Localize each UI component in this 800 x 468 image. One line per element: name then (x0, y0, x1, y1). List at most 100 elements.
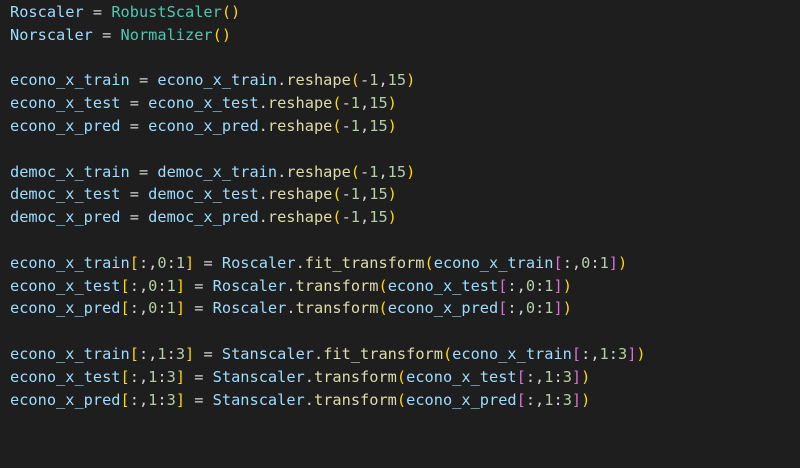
code-token: 1 (166, 299, 176, 318)
code-token: : (553, 367, 563, 386)
code-token: , (378, 162, 388, 181)
code-token: 1 (148, 367, 158, 386)
code-token: . (258, 116, 268, 135)
code-token: 3 (617, 344, 628, 363)
code-token: ( (332, 94, 342, 113)
code-token: [ (516, 390, 526, 409)
code-token: ) (406, 162, 416, 181)
code-token: ) (406, 71, 416, 90)
code-token: ( (350, 71, 361, 90)
code-token: - (360, 162, 370, 181)
code-token: . (286, 299, 296, 318)
code-token: ] (571, 390, 582, 409)
code-token: transform (314, 367, 397, 386)
code-token: econo_x_train (452, 344, 572, 363)
code-token: . (258, 185, 268, 204)
code-token: 15 (369, 116, 388, 135)
code-token: econo_x_pred (10, 390, 121, 409)
code-token: econo_x_pred (10, 299, 121, 318)
code-token: [ (120, 299, 130, 318)
code-token: econo_x_test (148, 94, 259, 113)
code-token: econo_x_train (10, 253, 130, 272)
code-token: 1 (350, 116, 361, 135)
code-token: :, (562, 253, 582, 272)
code-token: :, (129, 390, 149, 409)
code-token: - (341, 116, 351, 135)
code-token: Normalizer (120, 25, 213, 44)
code-token: 1 (166, 276, 176, 295)
code-token: ) (562, 299, 572, 318)
code-line: econo_x_train[:,1:3] = Stanscaler.fit_tr… (10, 343, 800, 366)
code-token: econo_x_pred (148, 116, 259, 135)
code-token: ( (396, 390, 407, 409)
code-editor[interactable]: Roscaler = RobustScaler() Norscaler = Nor… (0, 0, 800, 468)
code-token: = (194, 253, 222, 272)
code-token: democ_x_test (10, 185, 121, 204)
code-token: 0 (148, 299, 158, 318)
code-token: [ (120, 390, 130, 409)
code-token: fit_transform (304, 253, 425, 272)
code-token: : (590, 253, 600, 272)
code-token: ] (175, 367, 186, 386)
code-token: = (185, 390, 213, 409)
code-token: transform (295, 299, 379, 318)
code-line: Roscaler = RobustScaler() (10, 1, 800, 24)
code-token: 3 (166, 367, 176, 386)
code-token: 0 (525, 299, 536, 318)
code-token: econo_x_test (406, 367, 517, 386)
code-token: : (166, 253, 176, 272)
code-token: ( (332, 208, 342, 227)
code-token: 15 (369, 208, 388, 227)
code-token: 15 (369, 185, 388, 204)
code-token: :, (138, 344, 158, 363)
code-line: Norscaler = Normalizer() (10, 24, 800, 47)
code-token: [ (120, 276, 130, 295)
code-token: () (212, 25, 232, 44)
code-token: :, (507, 276, 526, 295)
code-token: [ (129, 344, 139, 363)
code-token: democ_x_train (10, 162, 130, 181)
code-token: ] (185, 253, 195, 272)
code-line: econo_x_test[:,0:1] = Roscaler.transform… (10, 275, 800, 298)
code-token: - (341, 208, 351, 227)
code-token: : (157, 390, 167, 409)
code-token: reshape (286, 162, 351, 181)
code-token: 0 (157, 253, 167, 272)
code-token: = (129, 162, 158, 181)
code-token: :, (129, 367, 149, 386)
code-token: : (535, 276, 545, 295)
code-token: Norscaler (10, 25, 93, 44)
code-token: ) (581, 390, 591, 409)
code-token: - (360, 71, 370, 90)
code-token: :, (129, 299, 149, 318)
code-token: ) (636, 344, 646, 363)
code-token: econo_x_test (387, 276, 499, 295)
code-line: econo_x_test = econo_x_test.reshape(-1,1… (10, 92, 800, 115)
code-token: Stanscaler (221, 344, 314, 363)
code-token: : (166, 344, 176, 363)
code-token: 1 (175, 253, 186, 272)
code-token: ) (618, 253, 628, 272)
code-token: econo_x_train (157, 71, 278, 90)
code-token: 1 (148, 390, 158, 409)
code-token: = (120, 208, 149, 227)
code-token: democ_x_pred (10, 208, 121, 227)
code-token: = (92, 25, 121, 44)
code-token: econo_x_pred (406, 390, 517, 409)
code-token: 15 (387, 71, 407, 90)
code-token: 15 (369, 94, 388, 113)
code-token: democ_x_train (157, 162, 278, 181)
code-token: = (185, 299, 213, 318)
code-token: Roscaler (212, 276, 287, 295)
code-token: econo_x_train (433, 253, 554, 272)
code-token: . (314, 344, 324, 363)
code-token: 1 (157, 344, 167, 363)
code-line: democ_x_pred = democ_x_pred.reshape(-1,1… (10, 206, 800, 229)
code-token: , (360, 208, 370, 227)
code-token: :, (525, 390, 545, 409)
code-token: [ (516, 367, 526, 386)
code-token: 3 (562, 390, 572, 409)
